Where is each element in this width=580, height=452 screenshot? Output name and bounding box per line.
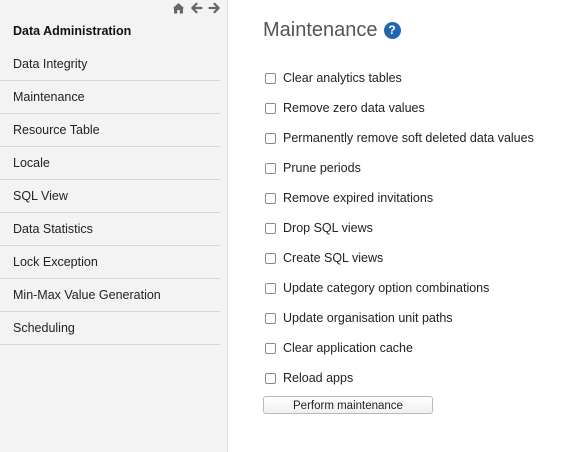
checkbox[interactable] [265, 252, 276, 264]
sidebar-menu: Data Integrity Maintenance Resource Tabl… [0, 48, 220, 345]
sidebar-item-sql-view[interactable]: SQL View [0, 180, 220, 213]
sidebar-item-resource-table[interactable]: Resource Table [0, 114, 220, 147]
checkbox[interactable] [265, 222, 276, 234]
option-remove-expired-invitations: Remove expired invitations [263, 183, 563, 213]
sidebar-item-locale[interactable]: Locale [0, 147, 220, 180]
top-navigation [172, 1, 221, 15]
arrow-right-icon[interactable] [208, 1, 221, 15]
checkbox[interactable] [265, 72, 276, 84]
checkbox[interactable] [265, 312, 276, 324]
option-label: Reload apps [283, 371, 354, 385]
checkbox[interactable] [265, 162, 276, 174]
option-label: Clear analytics tables [283, 71, 402, 85]
sidebar-item-data-integrity[interactable]: Data Integrity [0, 48, 220, 81]
option-label: Prune periods [283, 161, 361, 175]
checkbox[interactable] [265, 282, 276, 294]
maintenance-options: Clear analytics tables Remove zero data … [263, 63, 563, 393]
perform-maintenance-button[interactable]: Perform maintenance [263, 396, 433, 414]
option-remove-soft-deleted-data-values: Permanently remove soft deleted data val… [263, 123, 563, 153]
sidebar-item-data-statistics[interactable]: Data Statistics [0, 213, 220, 246]
option-update-category-option-combinations: Update category option combinations [263, 273, 563, 303]
sidebar-title: Data Administration [13, 24, 132, 38]
option-update-organisation-unit-paths: Update organisation unit paths [263, 303, 563, 333]
option-clear-application-cache: Clear application cache [263, 333, 563, 363]
option-label: Clear application cache [283, 341, 413, 355]
option-label: Permanently remove soft deleted data val… [283, 131, 534, 145]
option-remove-zero-data-values: Remove zero data values [263, 93, 563, 123]
sidebar-item-maintenance[interactable]: Maintenance [0, 81, 220, 114]
title-row: Maintenance ? [263, 19, 401, 42]
option-label: Update category option combinations [283, 281, 490, 295]
checkbox[interactable] [265, 192, 276, 204]
checkbox[interactable] [265, 372, 276, 384]
sidebar-item-min-max-value-generation[interactable]: Min-Max Value Generation [0, 279, 220, 312]
checkbox[interactable] [265, 102, 276, 114]
sidebar: Data Administration Data Integrity Maint… [0, 0, 228, 452]
option-label: Create SQL views [283, 251, 384, 265]
checkbox[interactable] [265, 342, 276, 354]
help-icon[interactable]: ? [383, 22, 401, 39]
checkbox[interactable] [265, 132, 276, 144]
option-clear-analytics-tables: Clear analytics tables [263, 63, 563, 93]
arrow-left-icon[interactable] [190, 1, 203, 15]
option-create-sql-views: Create SQL views [263, 243, 563, 273]
page-title: Maintenance [263, 19, 378, 41]
option-label: Remove zero data values [283, 101, 425, 115]
option-drop-sql-views: Drop SQL views [263, 213, 563, 243]
home-icon[interactable] [172, 1, 185, 15]
option-label: Remove expired invitations [283, 191, 434, 205]
option-prune-periods: Prune periods [263, 153, 563, 183]
option-reload-apps: Reload apps [263, 363, 563, 393]
sidebar-item-lock-exception[interactable]: Lock Exception [0, 246, 220, 279]
option-label: Update organisation unit paths [283, 311, 453, 325]
option-label: Drop SQL views [283, 221, 373, 235]
sidebar-item-scheduling[interactable]: Scheduling [0, 312, 220, 345]
